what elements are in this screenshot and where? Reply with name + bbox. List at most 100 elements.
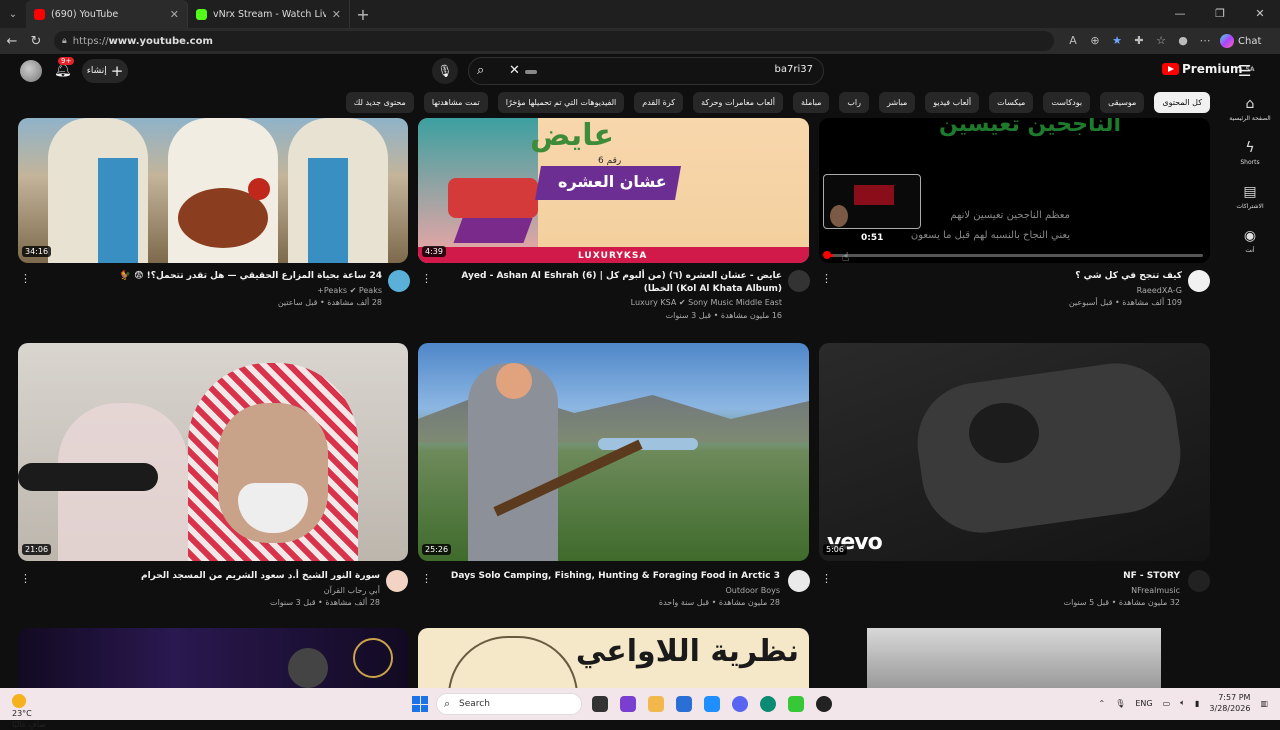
video-thumbnail[interactable]: 34:16 <box>18 118 408 263</box>
filter-chip[interactable]: ألعاب مغامرات وحركة <box>693 92 784 113</box>
edge-icon[interactable] <box>760 696 776 712</box>
clear-search-icon[interactable]: ✕ <box>509 63 520 78</box>
channel-name[interactable]: NFrealmusic <box>840 586 1180 595</box>
video-title[interactable]: 3 Days Solo Camping, Fishing, Hunting & … <box>440 570 780 583</box>
channel-name[interactable]: Outdoor Boys <box>440 586 781 595</box>
more-actions-icon[interactable]: ⋮ <box>20 572 31 585</box>
tab-actions-icon[interactable]: ⌄ <box>0 0 26 28</box>
notifications-icon[interactable]: ▥ <box>1260 699 1268 708</box>
video-title[interactable]: سورة النور الشيخ أ.د سعود الشريم من المس… <box>40 570 380 583</box>
more-actions-icon[interactable]: ⋮ <box>421 272 432 285</box>
video-title[interactable]: 24 ساعة بحياة المزارع الحقيقي — هل تقدر … <box>40 270 382 283</box>
minimize-icon[interactable]: — <box>1160 0 1200 28</box>
more-actions-icon[interactable]: ⋮ <box>821 272 832 285</box>
more-actions-icon[interactable]: ⋮ <box>20 272 31 285</box>
preview-progress-bar[interactable] <box>825 254 1203 257</box>
favorite-star-icon[interactable]: ★ <box>1110 34 1124 48</box>
video-thumbnail[interactable] <box>18 628 408 688</box>
app-icon[interactable] <box>788 696 804 712</box>
filter-chip[interactable]: كرة القدم <box>634 92 684 113</box>
filter-chip[interactable]: ميكسات <box>989 92 1034 113</box>
filter-chip[interactable]: تمت مشاهدتها <box>423 92 488 113</box>
channel-avatar[interactable] <box>788 570 810 592</box>
discord-icon[interactable] <box>732 696 748 712</box>
app-icon[interactable] <box>620 696 636 712</box>
language-indicator[interactable]: ENG <box>1135 699 1152 708</box>
store-icon[interactable] <box>676 696 692 712</box>
guide-item[interactable]: ▤ الاشتراكات <box>1220 184 1280 228</box>
channel-avatar[interactable] <box>788 270 810 292</box>
network-icon[interactable]: ▭ <box>1163 699 1171 708</box>
filter-chip[interactable]: مباشر <box>879 92 916 113</box>
refresh-icon[interactable]: ↻ <box>24 34 48 49</box>
channel-name[interactable]: Luxury KSA ✔ Sony Music Middle East <box>440 298 782 307</box>
guide-item[interactable]: ⌂ الصفحة الرئيسية <box>1220 96 1280 140</box>
notifications-bell-icon[interactable]: 🔔︎ 9+ <box>54 57 75 78</box>
file-explorer-icon[interactable] <box>648 696 664 712</box>
battery-icon[interactable]: ▮ <box>1195 699 1199 708</box>
channel-avatar[interactable] <box>1188 570 1210 592</box>
video-title[interactable]: عايض - عشان العشره (٦) (من ألبوم كل | Ay… <box>440 270 782 296</box>
close-tab-icon[interactable]: ✕ <box>170 8 179 21</box>
guide-item[interactable]: ϟ Shorts <box>1220 140 1280 184</box>
video-thumbnail[interactable]: 21:06 <box>18 343 408 561</box>
guide-item[interactable]: ◉ أنت <box>1220 228 1280 272</box>
copilot-chat-button[interactable]: Chat <box>1220 34 1261 48</box>
video-preview-player[interactable]: الناجحين تعيسين معظم الناجحين تعيسين لان… <box>819 118 1210 263</box>
channel-avatar[interactable] <box>386 570 408 592</box>
channel-name[interactable]: RaeedXA-G <box>840 286 1182 295</box>
filter-chip[interactable]: بودكاست <box>1043 92 1091 113</box>
close-window-icon[interactable]: ✕ <box>1240 0 1280 28</box>
read-aloud-icon[interactable]: A <box>1066 34 1080 48</box>
extensions-icon[interactable]: ✚ <box>1132 34 1146 48</box>
filter-chip[interactable]: مباملة <box>793 92 830 113</box>
tab-kick[interactable]: vNrx Stream - Watch Live on Kick ✕ <box>188 0 350 28</box>
tab-youtube[interactable]: (690) YouTube ✕ <box>26 0 188 28</box>
back-icon[interactable]: ← <box>0 34 24 49</box>
channel-name[interactable]: أبي رحاب القرآن <box>40 586 380 595</box>
more-icon[interactable]: ⋯ <box>1198 34 1212 48</box>
filter-chip[interactable]: موسيقى <box>1100 92 1145 113</box>
channel-name[interactable]: Peaks ✔ Peaks+ <box>40 286 382 295</box>
tray-overflow-icon[interactable]: ⌃ <box>1099 699 1106 708</box>
search-icon[interactable]: ⌕ <box>477 63 484 78</box>
account-avatar[interactable] <box>20 60 42 82</box>
create-button[interactable]: إنشاء + <box>82 59 128 83</box>
video-title[interactable]: كيف تنجح في كل شي ؟ <box>840 270 1182 283</box>
filter-chip[interactable]: الفيديوهات التي تم تحميلها مؤخرًا <box>497 92 625 113</box>
progress-scrubber[interactable] <box>823 251 831 259</box>
task-view-icon[interactable] <box>592 696 608 712</box>
new-tab-icon[interactable]: + <box>350 5 376 24</box>
filter-chip[interactable]: محتوى جديد لك <box>345 92 414 113</box>
video-thumbnail[interactable]: عايض رقم 6 عشان العشره LUXURYKSA 4:39 <box>418 118 809 263</box>
guide-menu-icon[interactable]: ☰ <box>1238 62 1251 80</box>
more-actions-icon[interactable]: ⋮ <box>421 572 432 585</box>
video-thumbnail[interactable]: vevo 5:06 <box>819 343 1210 561</box>
zoom-icon[interactable]: ⊕ <box>1088 34 1102 48</box>
channel-avatar[interactable] <box>1188 270 1210 292</box>
more-actions-icon[interactable]: ⋮ <box>821 572 832 585</box>
maximize-icon[interactable]: ❐ <box>1200 0 1240 28</box>
filter-chip[interactable]: راب <box>839 92 870 113</box>
profile-icon[interactable]: ● <box>1176 34 1190 48</box>
filter-chip[interactable]: ألعاب فيديو <box>925 92 980 113</box>
favorites-icon[interactable]: ☆ <box>1154 34 1168 48</box>
video-title[interactable]: NF - STORY <box>840 570 1180 583</box>
search-input[interactable]: ⌕ ✕ ba7ri37 <box>468 57 824 85</box>
weather-widget[interactable]: 23°C صافٍ غالبًا <box>12 692 46 730</box>
filter-chip[interactable]: كل المحتوى <box>1154 92 1210 113</box>
volume-icon[interactable]: 🔈︎ <box>1180 698 1185 708</box>
video-thumbnail[interactable]: نظرية اللاواعي <box>418 628 809 688</box>
app-icon[interactable] <box>704 696 720 712</box>
video-thumbnail[interactable] <box>819 628 1210 688</box>
taskbar-search[interactable]: Search <box>436 693 582 715</box>
video-thumbnail[interactable]: 25:26 <box>418 343 809 561</box>
clock[interactable]: 7:57 PM 3/28/2026 <box>1209 692 1250 714</box>
voice-search-mic-icon[interactable]: 🎙︎ <box>432 58 458 84</box>
mic-tray-icon[interactable]: 🎙︎ <box>1115 699 1125 708</box>
channel-avatar[interactable] <box>388 270 410 292</box>
obs-icon[interactable] <box>816 696 832 712</box>
close-tab-icon[interactable]: ✕ <box>332 8 341 21</box>
start-button[interactable] <box>412 696 428 712</box>
url-field[interactable]: 🔒︎ https://www.youtube.com <box>54 31 1054 51</box>
